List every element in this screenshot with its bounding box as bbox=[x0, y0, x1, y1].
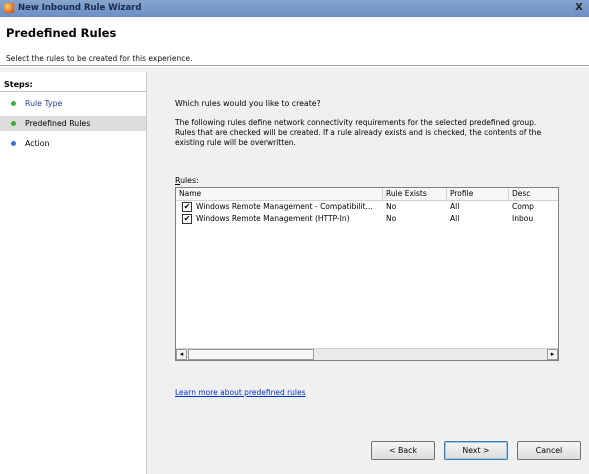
rule-checkbox[interactable]: ✔ bbox=[182, 214, 192, 224]
column-header-rule-exists[interactable]: Rule Exists bbox=[383, 188, 447, 200]
header-divider-highlight bbox=[0, 66, 589, 67]
list-header: Name Rule Exists Profile Desc bbox=[176, 188, 558, 201]
question-text: Which rules would you like to create? bbox=[175, 99, 321, 108]
horizontal-scrollbar[interactable]: ◂ ▸ bbox=[176, 348, 558, 360]
next-button[interactable]: Next > bbox=[444, 441, 508, 460]
title-bar: New Inbound Rule Wizard X bbox=[0, 0, 589, 17]
step-action: Action bbox=[0, 136, 146, 151]
close-icon[interactable]: X bbox=[573, 1, 585, 14]
rule-description: Inbou bbox=[512, 214, 534, 223]
step-current-icon bbox=[11, 121, 16, 126]
rule-name: Windows Remote Management (HTTP-In) bbox=[196, 214, 350, 223]
column-header-description[interactable]: Desc bbox=[509, 188, 558, 200]
page-subtitle: Select the rules to be created for this … bbox=[6, 54, 193, 63]
steps-divider bbox=[0, 91, 146, 92]
rule-profile: All bbox=[450, 202, 460, 211]
column-header-profile[interactable]: Profile bbox=[447, 188, 509, 200]
table-row[interactable]: ✔ Windows Remote Management (HTTP-In) No… bbox=[176, 213, 558, 224]
back-button[interactable]: < Back bbox=[371, 441, 435, 460]
step-label: Rule Type bbox=[25, 99, 63, 108]
rule-exists: No bbox=[386, 214, 397, 223]
scroll-right-icon[interactable]: ▸ bbox=[547, 349, 558, 360]
scroll-left-icon[interactable]: ◂ bbox=[176, 349, 187, 360]
steps-panel: Steps: Rule Type Predefined Rules Action bbox=[0, 72, 147, 474]
rules-label: Rules: bbox=[175, 176, 199, 185]
column-header-name[interactable]: Name bbox=[176, 188, 383, 200]
window-title: New Inbound Rule Wizard bbox=[18, 3, 142, 13]
step-label: Predefined Rules bbox=[25, 119, 91, 128]
rule-checkbox[interactable]: ✔ bbox=[182, 202, 192, 212]
firewall-icon bbox=[4, 3, 14, 13]
rules-label-text: ules: bbox=[180, 176, 199, 185]
step-complete-icon bbox=[11, 101, 16, 106]
steps-title: Steps: bbox=[4, 80, 33, 89]
content-area: Which rules would you like to create? Th… bbox=[147, 72, 589, 474]
step-predefined-rules: Predefined Rules bbox=[0, 116, 146, 131]
learn-more-link[interactable]: Learn more about predefined rules bbox=[175, 388, 306, 397]
rule-name: Windows Remote Management - Compatibilit… bbox=[196, 202, 373, 211]
step-rule-type: Rule Type bbox=[0, 96, 146, 111]
rules-list[interactable]: Name Rule Exists Profile Desc ✔ Windows … bbox=[175, 187, 559, 361]
wizard-window: New Inbound Rule Wizard X Predefined Rul… bbox=[0, 0, 589, 474]
table-row[interactable]: ✔ Windows Remote Management - Compatibil… bbox=[176, 201, 558, 212]
rule-exists: No bbox=[386, 202, 397, 211]
wizard-header: Predefined Rules Select the rules to be … bbox=[0, 17, 589, 65]
step-pending-icon bbox=[11, 141, 16, 146]
page-title: Predefined Rules bbox=[6, 26, 117, 40]
rule-profile: All bbox=[450, 214, 460, 223]
cancel-button[interactable]: Cancel bbox=[517, 441, 581, 460]
step-label: Action bbox=[25, 139, 50, 148]
description-text: The following rules define network conne… bbox=[175, 118, 542, 147]
scroll-thumb[interactable] bbox=[188, 349, 314, 360]
rule-description: Comp bbox=[512, 202, 534, 211]
